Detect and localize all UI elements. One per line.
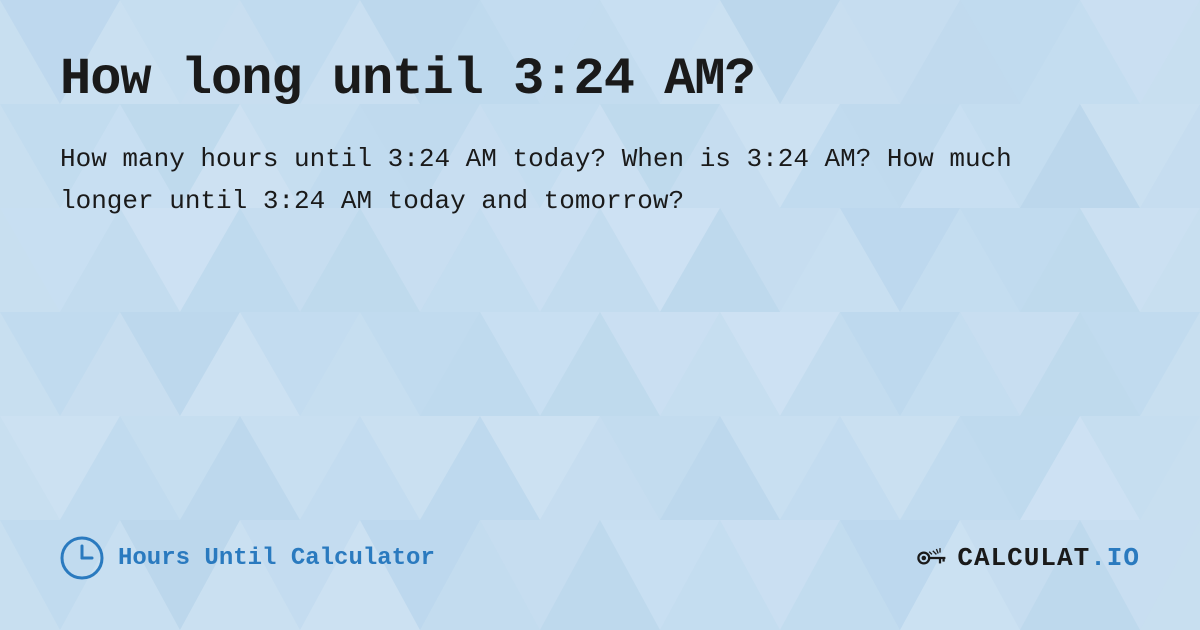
- calculat-logo-icon: [913, 540, 949, 576]
- main-content: How long until 3:24 AM? How many hours u…: [60, 50, 1140, 222]
- calculat-site-accent: .IO: [1090, 543, 1140, 573]
- calculat-site-name: CALCULAT.IO: [957, 543, 1140, 573]
- brand-right: CALCULAT.IO: [913, 540, 1140, 576]
- page-title: How long until 3:24 AM?: [60, 50, 1140, 109]
- footer: Hours Until Calculator CALCULAT.IO: [60, 536, 1140, 590]
- clock-icon: [60, 536, 104, 580]
- brand-left: Hours Until Calculator: [60, 536, 435, 580]
- footer-brand-label: Hours Until Calculator: [118, 545, 435, 572]
- page-description: How many hours until 3:24 AM today? When…: [60, 139, 1110, 222]
